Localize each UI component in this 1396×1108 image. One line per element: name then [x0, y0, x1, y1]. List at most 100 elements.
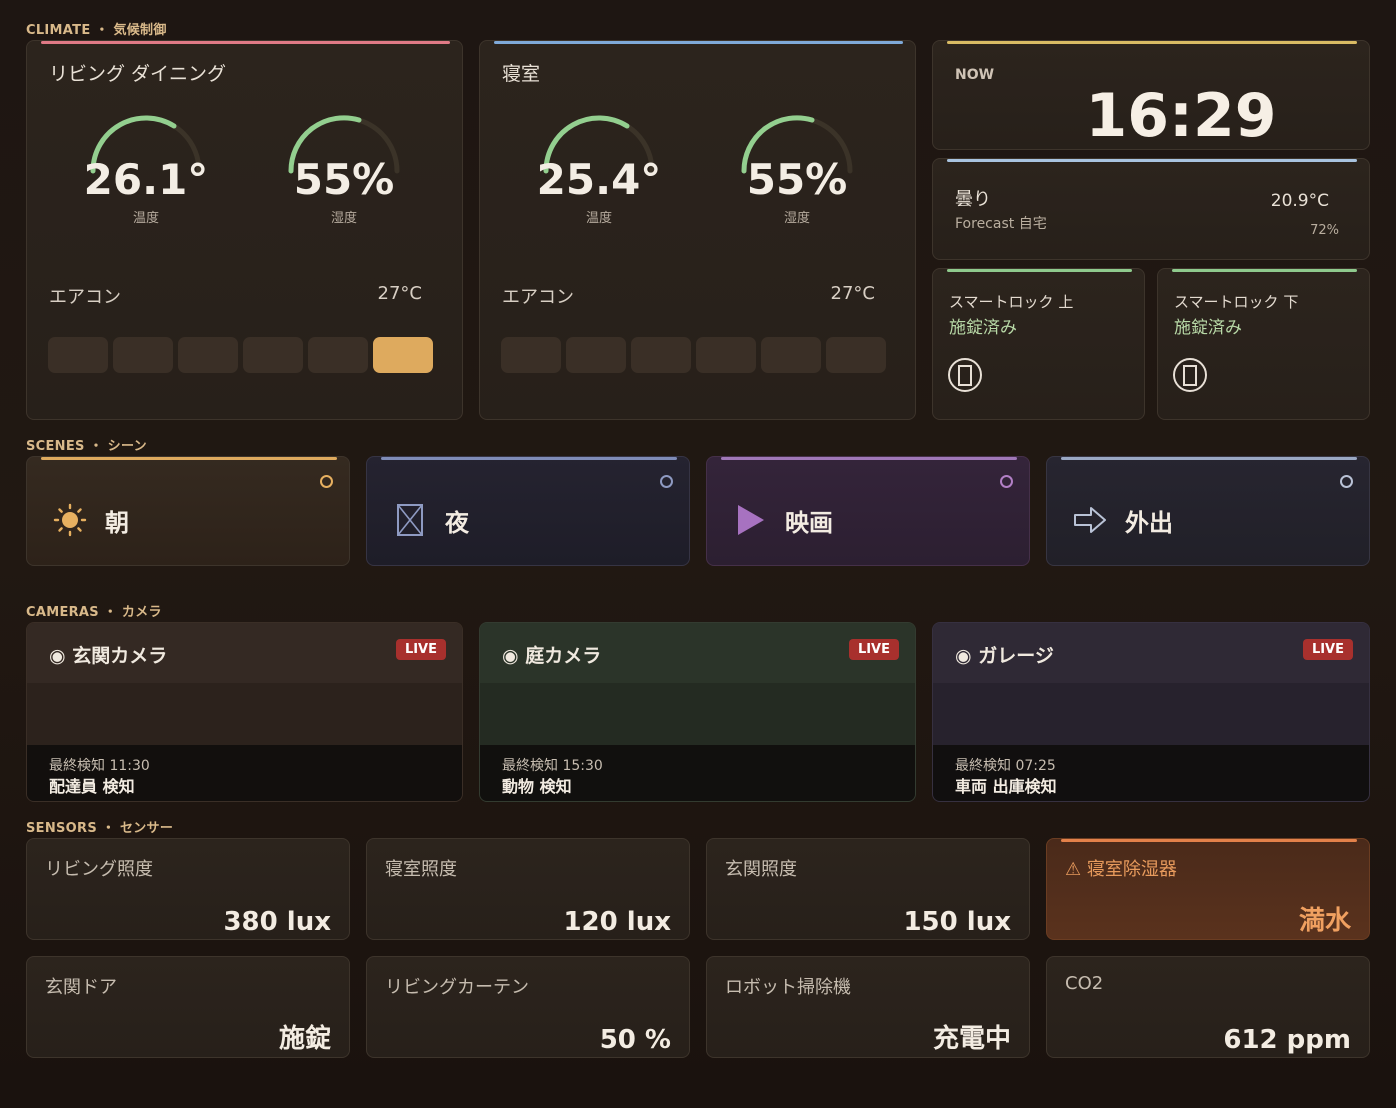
- sensor-value: 満水: [1298, 906, 1351, 936]
- humidity-value: 55%: [746, 155, 848, 204]
- weather-card[interactable]: 曇り Forecast 自宅 20.9°C 72%: [932, 158, 1370, 260]
- accent-bar: [1061, 839, 1357, 842]
- scene-morning-button[interactable]: 朝: [26, 456, 350, 566]
- ac-level-button[interactable]: [826, 337, 886, 373]
- camera-card-garage[interactable]: ◉ ガレージ LIVE 最終検知 07:25 車両 出庫検知: [932, 622, 1370, 802]
- accent-bar: [947, 159, 1357, 162]
- sensor-entrance-door[interactable]: 玄関ドア 施錠: [26, 956, 350, 1058]
- section-label-scenes: SCENES ・ シーン: [26, 439, 147, 454]
- scene-night-button[interactable]: 夜: [366, 456, 690, 566]
- camera-title: ◉ ガレージ: [955, 645, 1054, 667]
- sensor-value: 150 lux: [903, 907, 1011, 937]
- ac-level-button[interactable]: [501, 337, 561, 373]
- ac-level-selector: [48, 337, 433, 373]
- sensor-label: リビングカーテン: [385, 977, 529, 998]
- ac-temp: 27°C: [830, 283, 875, 304]
- accent-bar: [494, 41, 903, 44]
- scene-label: 朝: [105, 509, 129, 537]
- humidity-gauge: 55% 湿度: [732, 111, 862, 231]
- temperature-gauge: 25.4° 温度: [534, 111, 664, 231]
- sensor-entrance-lux[interactable]: 玄関照度 150 lux: [706, 838, 1030, 940]
- scene-status-dot: [1340, 475, 1353, 488]
- ac-level-button[interactable]: [48, 337, 108, 373]
- scene-away-button[interactable]: 外出: [1046, 456, 1370, 566]
- camera-event: 配達員 検知: [49, 777, 135, 796]
- sun-icon: [53, 503, 87, 537]
- ac-level-button[interactable]: [696, 337, 756, 373]
- ac-label: エアコン: [502, 287, 574, 308]
- climate-card-bedroom: 寝室 25.4° 温度 55% 湿度 エアコン 27°C: [479, 40, 916, 420]
- scene-movie-button[interactable]: 映画: [706, 456, 1030, 566]
- camera-event: 動物 検知: [502, 777, 572, 796]
- ac-level-button[interactable]: [113, 337, 173, 373]
- live-badge: LIVE: [848, 639, 899, 660]
- night-box-icon: [397, 504, 423, 536]
- sensor-value: 施錠: [278, 1024, 331, 1054]
- sensor-living-curtain[interactable]: リビングカーテン 50 %: [366, 956, 690, 1058]
- room-title: リビング ダイニング: [49, 63, 227, 85]
- arrow-right-icon: [1074, 507, 1106, 533]
- ac-temp: 27°C: [377, 283, 422, 304]
- accent-bar: [381, 457, 677, 460]
- lock-name: スマートロック 上: [949, 293, 1074, 311]
- scene-status-dot: [660, 475, 673, 488]
- accent-bar: [947, 269, 1132, 272]
- camera-last-detect: 最終検知 07:25: [955, 758, 1056, 774]
- play-icon: [738, 505, 764, 535]
- sensor-value: 380 lux: [223, 907, 331, 937]
- camera-title: ◉ 玄関カメラ: [49, 645, 168, 667]
- clock-time: 16:29: [1085, 81, 1277, 150]
- camera-title: ◉ 庭カメラ: [502, 645, 602, 667]
- sensor-dehumidifier-warning[interactable]: ⚠ 寝室除湿器 満水: [1046, 838, 1370, 940]
- humidity-label: 湿度: [330, 211, 357, 226]
- camera-last-detect: 最終検知 15:30: [502, 758, 603, 774]
- sensor-label: ⚠ 寝室除湿器: [1065, 859, 1177, 880]
- clock-card: NOW 16:29: [932, 40, 1370, 150]
- ac-level-button[interactable]: [761, 337, 821, 373]
- lock-state: 施錠済み: [949, 318, 1017, 338]
- door-lock-icon[interactable]: [947, 357, 983, 393]
- section-label-sensors: SENSORS ・ センサー: [26, 821, 174, 836]
- sensor-value: 充電中: [932, 1024, 1011, 1054]
- camera-card-entrance[interactable]: ◉ 玄関カメラ LIVE 最終検知 11:30 配達員 検知: [26, 622, 463, 802]
- weather-source: Forecast 自宅: [955, 216, 1047, 232]
- section-label-cameras: CAMERAS ・ カメラ: [26, 605, 162, 620]
- live-badge: LIVE: [1302, 639, 1353, 660]
- humidity-label: 湿度: [783, 211, 810, 226]
- accent-bar: [721, 457, 1017, 460]
- scene-label: 夜: [445, 509, 469, 537]
- ac-level-button[interactable]: [631, 337, 691, 373]
- humidity-value: 55%: [293, 155, 395, 204]
- accent-bar: [947, 41, 1357, 44]
- camera-event: 車両 出庫検知: [955, 777, 1057, 796]
- sensor-co2[interactable]: CO2 612 ppm: [1046, 956, 1370, 1058]
- temperature-gauge: 26.1° 温度: [81, 111, 211, 231]
- accent-bar: [1172, 269, 1357, 272]
- sensor-living-lux[interactable]: リビング照度 380 lux: [26, 838, 350, 940]
- sensor-robot-vacuum[interactable]: ロボット掃除機 充電中: [706, 956, 1030, 1058]
- door-lock-icon[interactable]: [1172, 357, 1208, 393]
- temperature-label: 温度: [585, 211, 612, 226]
- lock-card-lower[interactable]: スマートロック 下 施錠済み: [1157, 268, 1370, 420]
- sensor-bedroom-lux[interactable]: 寝室照度 120 lux: [366, 838, 690, 940]
- lock-card-upper[interactable]: スマートロック 上 施錠済み: [932, 268, 1145, 420]
- climate-card-living: リビング ダイニング 26.1° 温度 55% 湿度 エアコン 27°C: [26, 40, 463, 420]
- ac-level-button[interactable]: [566, 337, 626, 373]
- sensor-label: CO2: [1065, 973, 1104, 994]
- weather-temperature: 20.9°C: [1270, 191, 1329, 211]
- lock-name: スマートロック 下: [1174, 293, 1299, 311]
- ac-level-button[interactable]: [243, 337, 303, 373]
- live-badge: LIVE: [395, 639, 446, 660]
- weather-condition: 曇り: [955, 189, 991, 210]
- ac-level-button[interactable]: [308, 337, 368, 373]
- camera-card-garden[interactable]: ◉ 庭カメラ LIVE 最終検知 15:30 動物 検知: [479, 622, 916, 802]
- ac-level-button[interactable]: [178, 337, 238, 373]
- accent-bar: [1061, 457, 1357, 460]
- room-title: 寝室: [502, 63, 541, 85]
- ac-level-button-active[interactable]: [373, 337, 433, 373]
- sensor-value: 120 lux: [563, 907, 671, 937]
- camera-last-detect: 最終検知 11:30: [49, 758, 150, 774]
- accent-bar: [41, 457, 337, 460]
- temperature-value: 25.4°: [536, 155, 662, 204]
- temperature-value: 26.1°: [83, 155, 209, 204]
